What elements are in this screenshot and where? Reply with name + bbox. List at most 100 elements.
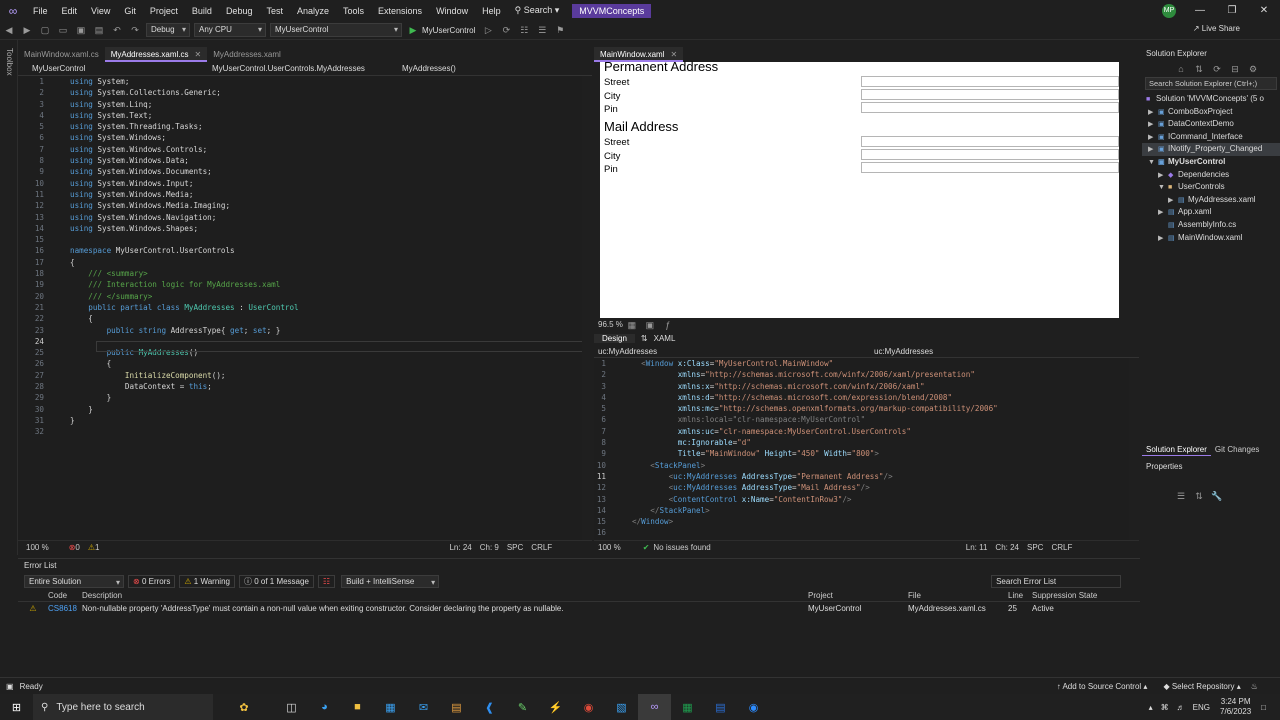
project-navigation-dropdown[interactable]: MyUserControl bbox=[18, 64, 198, 73]
task-view-icon[interactable]: ◫ bbox=[275, 694, 308, 720]
editor-icon[interactable]: ✎ bbox=[506, 694, 539, 720]
live-share-button[interactable]: ↗ Live Share bbox=[1193, 24, 1240, 33]
messages-filter-button[interactable]: ⓘ 0 of 1 Message bbox=[238, 574, 314, 588]
xaml-zoom[interactable]: 100 % bbox=[598, 543, 621, 552]
designer-zoom[interactable]: 96.5 % bbox=[598, 320, 623, 329]
menu-git[interactable]: Git bbox=[117, 6, 143, 16]
search-highlight-icon[interactable]: ✿ bbox=[213, 694, 275, 720]
design-surface[interactable]: Permanent Address Street City Pin Mail A… bbox=[600, 59, 1119, 318]
chevron-right-icon[interactable]: ▶ bbox=[1158, 233, 1168, 246]
scope-dropdown[interactable]: Entire Solution bbox=[24, 574, 124, 588]
street-textbox[interactable] bbox=[861, 136, 1119, 147]
error-code-link[interactable]: CS8618 bbox=[48, 602, 82, 616]
redo-icon[interactable]: ↷ bbox=[128, 23, 142, 37]
indent-mode[interactable]: SPC bbox=[507, 543, 523, 552]
edge-icon[interactable]: ◕ bbox=[308, 694, 341, 720]
collapse-all-icon[interactable]: ⊟ bbox=[1228, 62, 1242, 76]
tree-item-folder[interactable]: ▼ ■ UserControls bbox=[1142, 181, 1280, 194]
switch-views-icon[interactable]: ⇅ bbox=[1192, 62, 1206, 76]
xaml-member-dropdown[interactable]: uc:MyAddresses bbox=[874, 347, 933, 356]
code-zoom[interactable]: 100 % bbox=[26, 543, 49, 552]
configuration-dropdown[interactable]: Debug bbox=[146, 23, 190, 37]
mail-icon[interactable]: ✉ bbox=[407, 694, 440, 720]
notifications-icon[interactable]: ♨ bbox=[1251, 682, 1258, 691]
tree-item-project[interactable]: ▶ ▣ ICommand_Interface bbox=[1142, 131, 1280, 144]
start-debug-icon[interactable]: ▶ bbox=[406, 23, 420, 37]
home-icon[interactable]: ⌂ bbox=[1174, 62, 1188, 76]
bookmark-icon[interactable]: ⚑ bbox=[553, 23, 567, 37]
open-icon[interactable]: ▭ bbox=[56, 23, 70, 37]
property-pages-icon[interactable]: 🔧 bbox=[1210, 489, 1224, 503]
pin-textbox[interactable] bbox=[861, 102, 1119, 113]
tray-chevron-icon[interactable]: ▴ bbox=[1149, 703, 1153, 712]
xaml-tab[interactable]: XAML bbox=[654, 334, 676, 343]
tab-git-changes[interactable]: Git Changes bbox=[1211, 443, 1263, 456]
column-description[interactable]: Description bbox=[82, 589, 808, 601]
tab-myaddresses-cs[interactable]: MyAddresses.xaml.cs ✕ bbox=[104, 47, 208, 62]
tree-item-dependencies[interactable]: ▶ ◆ Dependencies bbox=[1142, 169, 1280, 182]
menu-extensions[interactable]: Extensions bbox=[371, 6, 429, 16]
xaml-indent-mode[interactable]: SPC bbox=[1027, 543, 1043, 552]
column-project[interactable]: Project bbox=[808, 589, 908, 601]
table-row[interactable]: ⚠ CS8618 Non-nullable property 'AddressT… bbox=[18, 602, 1140, 616]
file-explorer-icon[interactable]: ■ bbox=[341, 694, 374, 720]
code-vertical-scrollbar[interactable] bbox=[582, 76, 592, 540]
column-code[interactable]: Code bbox=[48, 589, 82, 601]
tab-mainwindow-cs[interactable]: MainWindow.xaml.cs bbox=[18, 47, 105, 62]
notification-icon[interactable]: □ bbox=[1261, 703, 1266, 712]
visual-studio-icon[interactable]: ∞ bbox=[638, 694, 671, 720]
word-icon[interactable]: ▤ bbox=[704, 694, 737, 720]
menu-debug[interactable]: Debug bbox=[219, 6, 260, 16]
tree-item-project[interactable]: ▶ ▣ INotify_Property_Changed bbox=[1142, 143, 1280, 156]
menu-edit[interactable]: Edit bbox=[55, 6, 85, 16]
xaml-line-endings[interactable]: CRLF bbox=[1051, 543, 1072, 552]
avatar[interactable]: MP bbox=[1162, 4, 1176, 18]
comment-icon[interactable]: ☰ bbox=[535, 23, 549, 37]
tab-solution-explorer[interactable]: Solution Explorer bbox=[1142, 443, 1211, 456]
sublime-icon[interactable]: ⚡ bbox=[539, 694, 572, 720]
hot-reload-icon[interactable]: ⟳ bbox=[499, 23, 513, 37]
city-textbox[interactable] bbox=[861, 89, 1119, 100]
swap-panes-icon[interactable]: ⇅ bbox=[641, 334, 648, 343]
snap-icon[interactable]: ▣ bbox=[643, 318, 657, 332]
build-source-dropdown[interactable]: Build + IntelliSense bbox=[341, 574, 440, 588]
member-navigation-dropdown[interactable]: MyAddresses() bbox=[388, 64, 470, 73]
menu-window[interactable]: Window bbox=[429, 6, 475, 16]
minimize-icon[interactable]: — bbox=[1184, 5, 1216, 16]
tree-item-file[interactable]: ▤ AssemblyInfo.cs bbox=[1142, 219, 1280, 232]
tree-item-file[interactable]: ▶ ▤ App.xaml bbox=[1142, 206, 1280, 219]
menu-test[interactable]: Test bbox=[259, 6, 290, 16]
repository-button[interactable]: ◆ Select Repository ▴ bbox=[1163, 682, 1240, 691]
refresh-icon[interactable]: ⟳ bbox=[1210, 62, 1224, 76]
alphabetical-icon[interactable]: ⇅ bbox=[1192, 489, 1206, 503]
issues-status[interactable]: No issues found bbox=[653, 543, 710, 552]
pin-textbox[interactable] bbox=[861, 162, 1119, 173]
tree-item-project-startup[interactable]: ▼ ▣ MyUserControl bbox=[1142, 156, 1280, 169]
zoom-icon[interactable]: ◉ bbox=[737, 694, 770, 720]
back-icon[interactable]: ◀ bbox=[2, 23, 16, 37]
forward-icon[interactable]: ▶ bbox=[20, 23, 34, 37]
run-without-debug-icon[interactable]: ▷ bbox=[481, 23, 495, 37]
menu-tools[interactable]: Tools bbox=[336, 6, 371, 16]
save-all-icon[interactable]: ▤ bbox=[92, 23, 106, 37]
tree-item-project[interactable]: ▶ ▣ ComboBoxProject bbox=[1142, 106, 1280, 119]
taskbar-search[interactable]: ⚲ Type here to search bbox=[33, 694, 213, 720]
tab-myaddresses-xaml[interactable]: MyAddresses.xaml bbox=[207, 47, 287, 62]
tree-item-file[interactable]: ▶ ▤ MainWindow.xaml bbox=[1142, 232, 1280, 245]
filter-icon[interactable]: ☷ bbox=[317, 574, 336, 588]
errors-filter-button[interactable]: ⊗ 0 Errors bbox=[128, 574, 176, 588]
menu-build[interactable]: Build bbox=[185, 6, 219, 16]
settings-icon[interactable]: ⚙ bbox=[1246, 62, 1260, 76]
toolbar-extra-icon[interactable]: ☷ bbox=[517, 23, 531, 37]
error-count-icon[interactable]: ⊗ bbox=[69, 543, 76, 552]
menu-view[interactable]: View bbox=[84, 6, 117, 16]
close-tab-icon[interactable]: ✕ bbox=[670, 50, 677, 59]
categorized-icon[interactable]: ☰ bbox=[1174, 489, 1188, 503]
tree-item-project[interactable]: ▶ ▣ DataContextDemo bbox=[1142, 118, 1280, 131]
clock[interactable]: 3:24 PM 7/6/2023 bbox=[1220, 697, 1251, 717]
city-textbox[interactable] bbox=[861, 149, 1119, 160]
warnings-filter-button[interactable]: ⚠ 1 Warning bbox=[179, 574, 235, 588]
menu-help[interactable]: Help bbox=[475, 6, 508, 16]
line-endings[interactable]: CRLF bbox=[531, 543, 552, 552]
ide-icon[interactable]: ▧ bbox=[605, 694, 638, 720]
